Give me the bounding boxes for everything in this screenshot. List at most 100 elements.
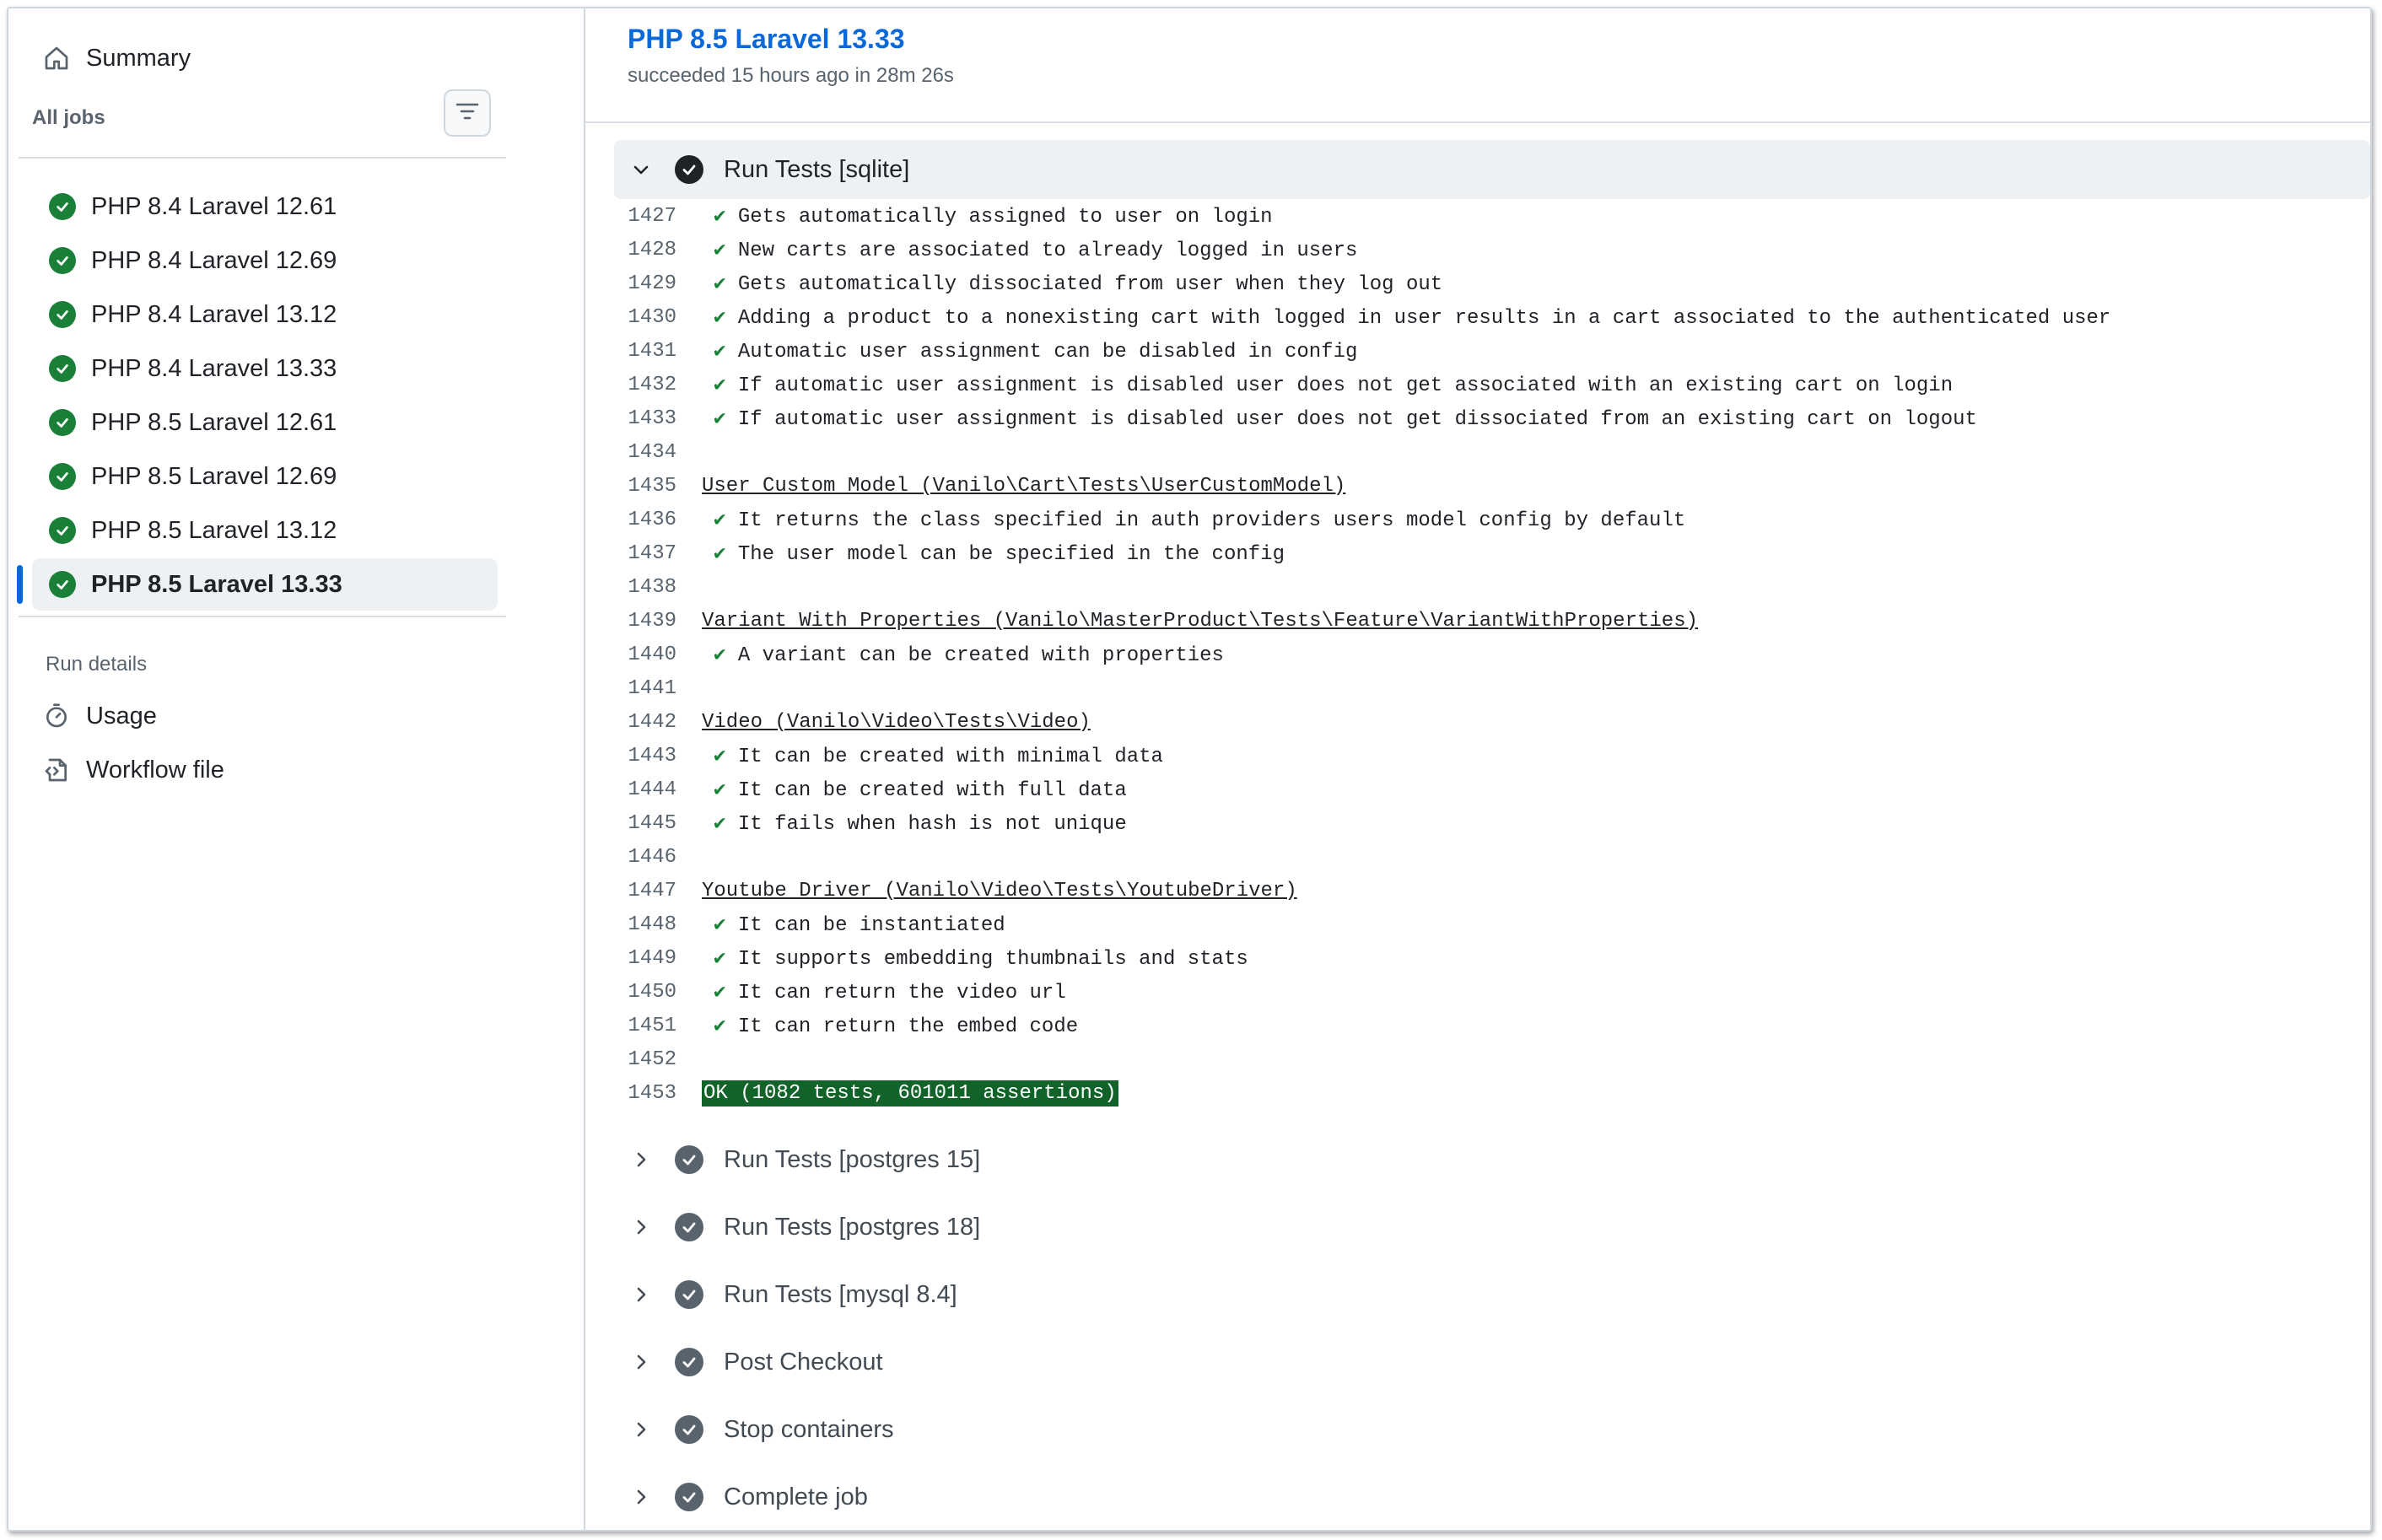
- check-mark-icon: ✔: [714, 1015, 726, 1038]
- line-number[interactable]: 1431: [585, 340, 702, 363]
- log-line: 1432 ✔ If automatic user assignment is di…: [585, 368, 1953, 401]
- line-number[interactable]: 1436: [585, 509, 702, 531]
- job-item[interactable]: PHP 8.4 Laravel 12.61: [32, 180, 498, 233]
- job-item[interactable]: PHP 8.5 Laravel 13.33: [32, 558, 498, 611]
- job-item[interactable]: PHP 8.4 Laravel 12.69: [32, 234, 498, 287]
- log-text: It can be created with full data: [737, 779, 1127, 802]
- line-number[interactable]: 1433: [585, 407, 702, 430]
- step-collapsed[interactable]: Run Tests [mysql 8.4]: [614, 1265, 2370, 1324]
- line-number[interactable]: 1446: [585, 846, 702, 869]
- line-number[interactable]: 1449: [585, 947, 702, 970]
- log-line: 1451 ✔ It can return the embed code: [585, 1009, 1078, 1042]
- step-label: Post Checkout: [724, 1348, 883, 1376]
- line-number[interactable]: 1441: [585, 677, 702, 700]
- line-number[interactable]: 1437: [585, 542, 702, 565]
- line-number[interactable]: 1447: [585, 880, 702, 902]
- job-status-text: succeeded 15 hours ago in 28m 26s: [628, 64, 954, 87]
- chevron-right-icon: [626, 1347, 656, 1377]
- check-circle-icon: [675, 1348, 703, 1376]
- check-circle-icon: [49, 463, 76, 490]
- job-label: PHP 8.5 Laravel 13.33: [91, 570, 342, 598]
- line-number[interactable]: 1439: [585, 610, 702, 633]
- line-number[interactable]: 1438: [585, 576, 702, 599]
- summary-link[interactable]: Summary: [42, 32, 191, 84]
- line-number[interactable]: 1452: [585, 1048, 702, 1071]
- check-circle-icon: [49, 193, 76, 220]
- line-number[interactable]: 1443: [585, 745, 702, 767]
- log-text: Automatic user assignment can be disable…: [737, 341, 1358, 363]
- log-line: 1440 ✔ A variant can be created with prop…: [585, 638, 1224, 671]
- check-mark-icon: ✔: [714, 374, 726, 397]
- log-text: Adding a product to a nonexisting cart w…: [737, 307, 2111, 330]
- line-number[interactable]: 1427: [585, 205, 702, 228]
- line-number[interactable]: 1450: [585, 981, 702, 1004]
- job-item[interactable]: PHP 8.5 Laravel 13.12: [32, 504, 498, 557]
- check-circle-icon: [49, 355, 76, 382]
- step-label: Stop containers: [724, 1415, 894, 1443]
- sidebar-divider: [19, 157, 506, 159]
- line-number[interactable]: 1445: [585, 812, 702, 835]
- chevron-down-icon: [626, 154, 656, 185]
- log-line: 1436 ✔ It returns the class specified in …: [585, 503, 1685, 536]
- job-item[interactable]: PHP 8.5 Laravel 12.61: [32, 396, 498, 449]
- step-collapsed[interactable]: Complete job: [614, 1467, 2370, 1527]
- line-number[interactable]: 1451: [585, 1015, 702, 1037]
- line-number[interactable]: 1435: [585, 475, 702, 498]
- log-text: It can return the video url: [737, 982, 1066, 1004]
- home-icon: [42, 44, 71, 73]
- line-number[interactable]: 1440: [585, 643, 702, 666]
- log-line: 1448 ✔ It can be instantiated: [585, 907, 1005, 941]
- step-collapsed[interactable]: Stop containers: [614, 1400, 2370, 1459]
- job-item[interactable]: PHP 8.4 Laravel 13.33: [32, 342, 498, 395]
- job-label: PHP 8.5 Laravel 12.61: [91, 408, 337, 436]
- step-collapsed[interactable]: Run Tests [postgres 15]: [614, 1130, 2370, 1189]
- line-number[interactable]: 1442: [585, 711, 702, 734]
- sidebar-divider: [19, 616, 506, 617]
- log-line: 1452: [585, 1042, 702, 1076]
- log-text: If automatic user assignment is disabled…: [737, 374, 1954, 397]
- step-collapsed[interactable]: Run Tests [postgres 18]: [614, 1198, 2370, 1257]
- usage-link[interactable]: Usage: [42, 690, 157, 742]
- line-number[interactable]: 1448: [585, 913, 702, 936]
- check-mark-icon: ✔: [714, 341, 726, 363]
- check-circle-icon: [49, 409, 76, 436]
- check-mark-icon: ✔: [714, 273, 726, 296]
- job-label: PHP 8.4 Laravel 13.33: [91, 354, 337, 382]
- line-number[interactable]: 1429: [585, 272, 702, 295]
- line-number[interactable]: 1453: [585, 1082, 702, 1105]
- check-mark-icon: ✔: [714, 982, 726, 1004]
- sidebar: Summary All jobs PHP 8.4 Laravel 12.61 PH…: [8, 8, 585, 1530]
- check-mark-icon: ✔: [714, 813, 726, 836]
- step-run-tests-sqlite[interactable]: Run Tests [sqlite]: [614, 140, 2370, 199]
- filter-button[interactable]: [444, 89, 491, 137]
- log-line: 1435 User Custom Model (Vanilo\Cart\Tests…: [585, 469, 1345, 503]
- line-number[interactable]: 1444: [585, 778, 702, 801]
- line-number[interactable]: 1428: [585, 239, 702, 261]
- step-collapsed[interactable]: Post Checkout: [614, 1333, 2370, 1392]
- check-circle-icon: [49, 247, 76, 274]
- log-line: 1431 ✔ Automatic user assignment can be d…: [585, 334, 1357, 368]
- job-label: PHP 8.5 Laravel 12.69: [91, 462, 337, 490]
- log-line: 1442 Video (Vanilo\Video\Tests\Video): [585, 705, 1090, 739]
- job-title[interactable]: PHP 8.5 Laravel 13.33: [628, 24, 905, 55]
- log-line: 1449 ✔ It supports embedding thumbnails a…: [585, 941, 1248, 975]
- line-number[interactable]: 1434: [585, 441, 702, 464]
- log-line: 1453 OK (1082 tests, 601011 assertions): [585, 1076, 1118, 1110]
- log-text: It supports embedding thumbnails and sta…: [737, 948, 1248, 971]
- check-circle-icon: [675, 1483, 703, 1511]
- step-label: Run Tests [sqlite]: [724, 155, 910, 183]
- log-text: It can be instantiated: [737, 914, 1005, 937]
- all-jobs-label: All jobs: [32, 106, 105, 129]
- check-mark-icon: ✔: [714, 240, 726, 262]
- log-text: A variant can be created with properties: [737, 644, 1224, 667]
- line-number[interactable]: 1430: [585, 306, 702, 329]
- job-item[interactable]: PHP 8.5 Laravel 12.69: [32, 450, 498, 503]
- job-item[interactable]: PHP 8.4 Laravel 13.12: [32, 288, 498, 341]
- run-details-label: Run details: [46, 653, 148, 676]
- line-number[interactable]: 1432: [585, 374, 702, 396]
- log-line: 1438: [585, 570, 702, 604]
- header-divider: [585, 121, 2370, 123]
- workflow-file-link[interactable]: Workflow file: [42, 744, 224, 796]
- job-label: PHP 8.4 Laravel 13.12: [91, 300, 337, 328]
- workflow-file-label: Workflow file: [86, 756, 224, 783]
